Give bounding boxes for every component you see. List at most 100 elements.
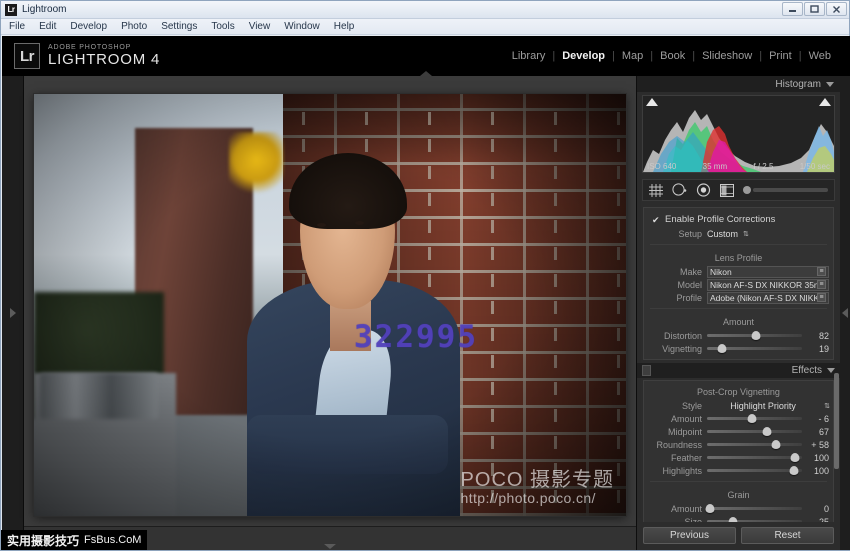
minimize-button[interactable]: [782, 2, 803, 16]
highlight-clipping-icon[interactable]: [819, 98, 831, 106]
highlights-row[interactable]: Highlights 100: [648, 464, 829, 477]
vignetting-slider[interactable]: [707, 343, 802, 354]
develop-tool-strip: [642, 179, 835, 201]
checkbox-checked-icon[interactable]: ✔: [652, 215, 660, 224]
menu-item-view[interactable]: View: [249, 21, 271, 32]
chevron-down-icon[interactable]: ≡: [817, 293, 826, 302]
grain-size-row[interactable]: Size 25: [648, 515, 829, 522]
identity-plate[interactable]: Lr ADOBE PHOTOSHOP LIGHTROOM 4: [2, 43, 160, 69]
maximize-button[interactable]: [804, 2, 825, 16]
grain-amount-value: 0: [823, 503, 829, 514]
lightroom-app: Lr ADOBE PHOTOSHOP LIGHTROOM 4 Library |…: [2, 36, 850, 550]
menu-item-tools[interactable]: Tools: [211, 21, 234, 32]
panel-footer-buttons: Previous Reset: [637, 522, 840, 550]
menu-item-help[interactable]: Help: [334, 21, 355, 32]
select-arrows-icon[interactable]: ⇅: [824, 402, 830, 410]
lightroom-body: POCO 摄影专题 http://photo.poco.cn/ 322995 Y…: [2, 76, 850, 550]
highlights-label: Highlights: [662, 465, 702, 476]
menu-item-file[interactable]: File: [9, 21, 25, 32]
chevron-down-icon[interactable]: ≡: [817, 280, 826, 289]
close-button[interactable]: [826, 2, 847, 16]
image-canvas[interactable]: POCO 摄影专题 http://photo.poco.cn/ 322995: [24, 76, 636, 526]
adjustment-brush-icon[interactable]: [743, 186, 828, 194]
histogram-header[interactable]: Histogram: [637, 76, 840, 92]
chevron-down-icon[interactable]: [826, 81, 834, 87]
feather-slider[interactable]: [707, 452, 802, 463]
highlights-slider[interactable]: [707, 465, 802, 476]
menu-item-edit[interactable]: Edit: [39, 21, 56, 32]
roundness-slider[interactable]: [707, 439, 802, 450]
lens-make-value: Nikon: [710, 266, 732, 277]
menu-item-window[interactable]: Window: [284, 21, 320, 32]
setup-value[interactable]: Custom: [707, 229, 738, 239]
module-web[interactable]: Web: [802, 50, 838, 62]
maximize-icon: [810, 4, 819, 13]
photo-subject-eye-left: [316, 222, 326, 227]
filmstrip-toggle-icon[interactable]: [324, 544, 336, 549]
reset-button[interactable]: Reset: [741, 527, 834, 544]
lens-model-row[interactable]: Model Nikon AF-S DX NIKKOR 35mm... ≡: [648, 278, 829, 291]
lens-make-row[interactable]: Make Nikon ≡: [648, 265, 829, 278]
setup-row[interactable]: Setup Custom ⇅: [648, 227, 829, 240]
left-panel-toggle[interactable]: [2, 76, 24, 550]
effect-amount-row[interactable]: Amount - 6: [648, 412, 829, 425]
lens-profile-combobox[interactable]: Adobe (Nikon AF-S DX NIKKO... ≡: [707, 291, 829, 304]
midpoint-slider[interactable]: [707, 426, 802, 437]
photo[interactable]: POCO 摄影专题 http://photo.poco.cn/: [34, 94, 626, 516]
crop-overlay-icon[interactable]: [649, 183, 663, 197]
style-value[interactable]: Highlight Priority: [707, 401, 819, 411]
focal-length-value: 35 mm: [702, 162, 728, 171]
module-picker: Library | Develop | Map | Book | Slidesh…: [505, 50, 838, 62]
effects-switch-icon[interactable]: [642, 365, 651, 376]
effects-header[interactable]: Effects: [637, 363, 840, 378]
app-icon: Lr: [5, 3, 17, 16]
lens-profile-label: Profile: [676, 292, 702, 303]
module-library[interactable]: Library: [505, 50, 553, 62]
effect-amount-slider[interactable]: [707, 413, 802, 424]
distortion-slider[interactable]: [707, 330, 802, 341]
graduated-filter-icon[interactable]: [720, 183, 734, 197]
histogram-graph[interactable]: ISO 640 35 mm f / 2.5 1/50 sec: [642, 95, 835, 173]
module-print[interactable]: Print: [762, 50, 799, 62]
os-window: Lr Lightroom File Edit Develop Photo Set…: [0, 0, 850, 551]
panel-scrollbar[interactable]: [834, 205, 839, 522]
midpoint-row[interactable]: Midpoint 67: [648, 425, 829, 438]
previous-button[interactable]: Previous: [643, 527, 736, 544]
divider: [650, 481, 827, 482]
lens-model-combobox[interactable]: Nikon AF-S DX NIKKOR 35mm... ≡: [707, 278, 829, 291]
poco-url-text: http://photo.poco.cn/: [460, 490, 596, 507]
lens-make-combobox[interactable]: Nikon ≡: [707, 265, 829, 278]
style-row[interactable]: Style Highlight Priority ⇅: [648, 399, 830, 412]
effect-amount-value: - 6: [818, 413, 829, 424]
distortion-row[interactable]: Distortion 82: [648, 329, 829, 342]
shadow-clipping-icon[interactable]: [646, 98, 658, 106]
watermark-chinese-text: 实用摄影技巧: [7, 533, 80, 548]
scrollbar-thumb[interactable]: [834, 373, 839, 469]
select-arrows-icon[interactable]: ⇅: [743, 230, 749, 238]
menu-item-settings[interactable]: Settings: [161, 21, 197, 32]
lens-profile-value: Adobe (Nikon AF-S DX NIKKO...: [710, 292, 817, 303]
chevron-down-icon[interactable]: ≡: [817, 267, 826, 276]
lens-make-label: Make: [679, 266, 702, 277]
feather-row[interactable]: Feather 100: [648, 451, 829, 464]
roundness-row[interactable]: Roundness + 58: [648, 438, 829, 451]
grain-amount-slider[interactable]: [705, 503, 802, 514]
roundness-label: Roundness: [656, 439, 702, 450]
module-book[interactable]: Book: [653, 50, 692, 62]
poco-watermark: POCO 摄影专题 http://photo.poco.cn/: [461, 470, 614, 506]
enable-profile-corrections-row[interactable]: ✔ Enable Profile Corrections: [648, 210, 829, 227]
vignetting-row[interactable]: Vignetting 19: [648, 342, 829, 355]
right-panel-toggle[interactable]: [840, 76, 850, 550]
right-panel: Histogram ISO 640 35 mm f / 2.5 1/50 sec…: [636, 76, 840, 550]
lens-profile-row[interactable]: Profile Adobe (Nikon AF-S DX NIKKO... ≡: [648, 291, 829, 304]
red-eye-correction-icon[interactable]: [696, 183, 711, 197]
module-slideshow[interactable]: Slideshow: [695, 50, 759, 62]
spot-removal-icon[interactable]: [672, 183, 687, 197]
grain-size-slider[interactable]: [707, 516, 802, 522]
panel-scroll-area: ✔ Enable Profile Corrections Setup Custo…: [637, 205, 840, 522]
grain-amount-row[interactable]: Amount 0: [648, 502, 829, 515]
menu-item-photo[interactable]: Photo: [121, 21, 147, 32]
module-develop[interactable]: Develop: [555, 50, 612, 62]
module-map[interactable]: Map: [615, 50, 650, 62]
menu-item-develop[interactable]: Develop: [70, 21, 107, 32]
